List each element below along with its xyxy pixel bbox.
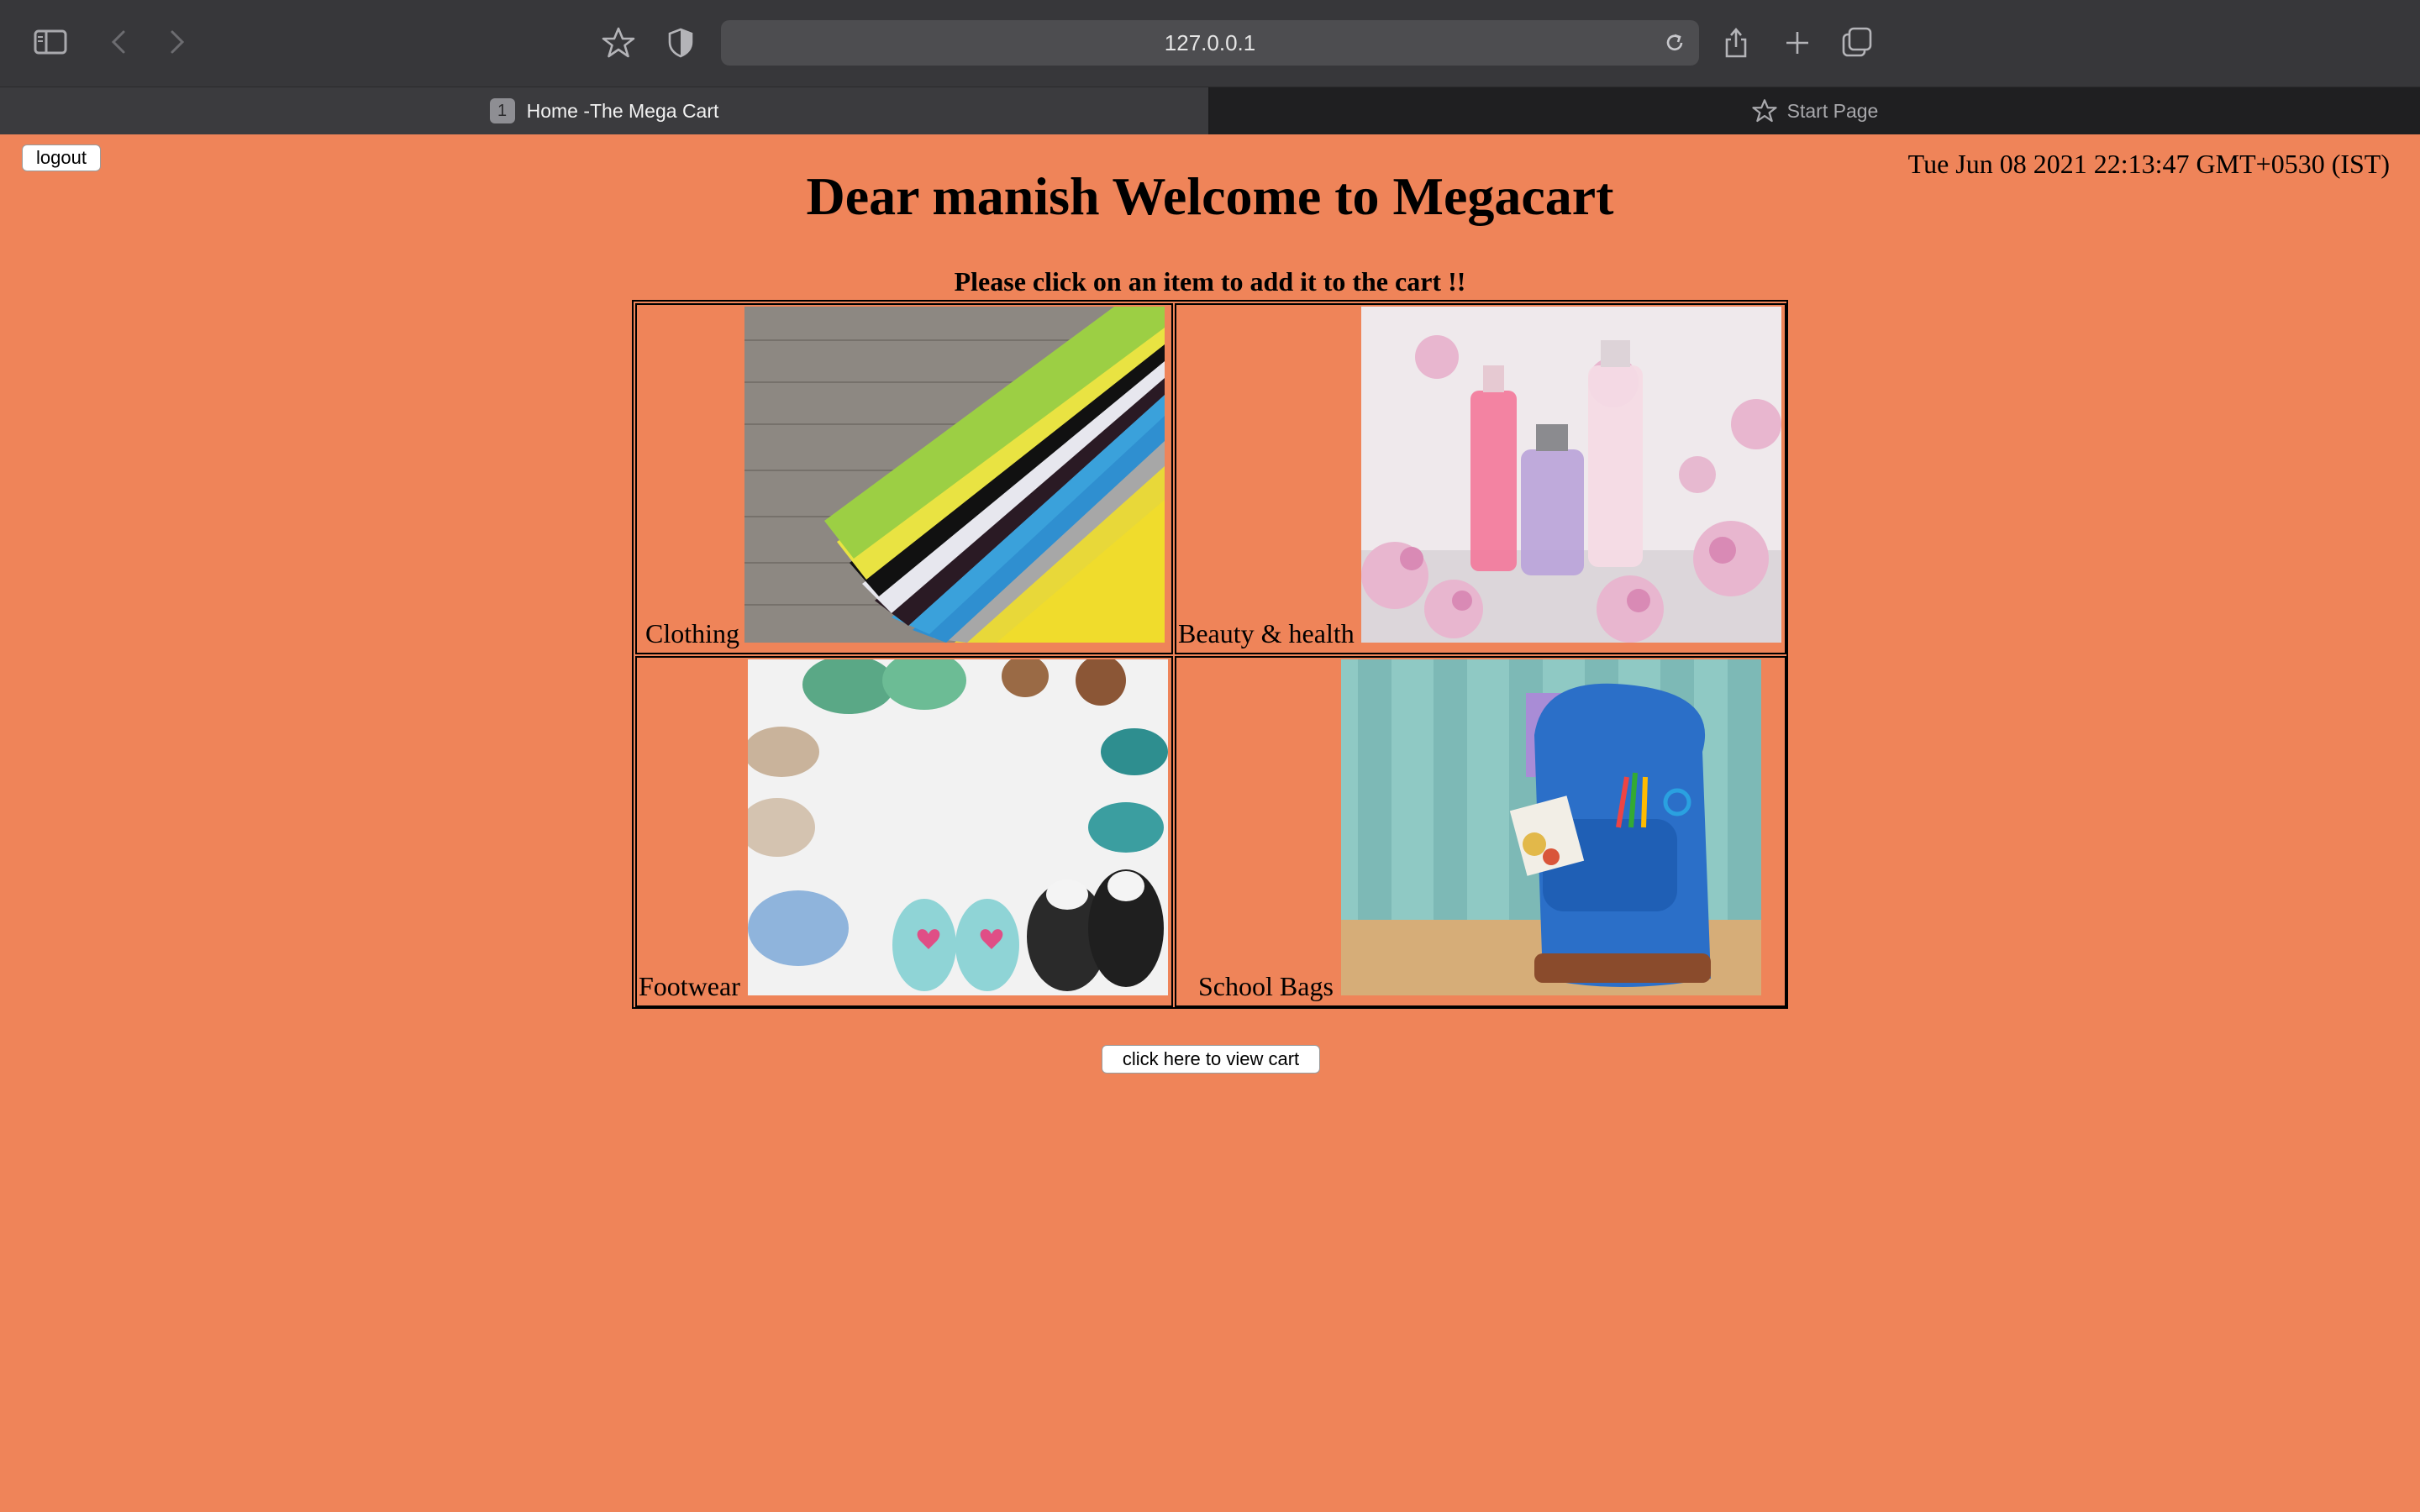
page-content: logout Tue Jun 08 2021 22:13:47 GMT+0530… (0, 135, 2420, 1512)
category-school-bags[interactable]: School Bags (1175, 656, 1786, 1007)
tab-home-mega-cart[interactable]: 1 Home -The Mega Cart (0, 87, 1210, 134)
plus-icon[interactable] (1781, 27, 1813, 59)
category-clothing[interactable]: Clothing (635, 303, 1173, 654)
address-bar[interactable]: 127.0.0.1 (721, 20, 1699, 66)
category-footwear[interactable]: Footwear (635, 656, 1173, 1007)
back-icon[interactable] (106, 27, 131, 57)
page-title: Dear manish Welcome to Megacart (806, 166, 1614, 226)
view-cart-button[interactable]: click here to view cart (1102, 1045, 1320, 1074)
instruction-text: Please click on an item to add it to the… (954, 266, 1466, 297)
tab-start-page[interactable]: Start Page (1210, 87, 2420, 134)
category-label: Beauty & health (1178, 618, 1355, 648)
footwear-image[interactable] (748, 659, 1168, 995)
share-icon[interactable] (1721, 24, 1751, 60)
category-label: Footwear (639, 971, 740, 1001)
shield-icon[interactable] (666, 27, 696, 59)
category-table: Clothing Beauty & health Footwear School… (632, 300, 1788, 1009)
sidebar-icon[interactable] (32, 27, 69, 57)
star-icon (1752, 98, 1777, 123)
forward-icon[interactable] (165, 27, 190, 57)
star-icon[interactable] (600, 25, 637, 60)
clothing-image[interactable] (744, 307, 1165, 643)
beauty-image[interactable] (1361, 307, 1781, 643)
reload-icon[interactable] (1662, 30, 1687, 55)
browser-toolbar: 127.0.0.1 (0, 0, 2420, 87)
url-text: 127.0.0.1 (1164, 30, 1256, 55)
category-label: School Bags (1198, 971, 1334, 1001)
tab-label: Home -The Mega Cart (526, 99, 719, 122)
school-bag-image[interactable] (1341, 659, 1761, 995)
tabs-overview-icon[interactable] (1840, 25, 1874, 59)
tab-number-badge: 1 (489, 98, 515, 123)
tab-bar: 1 Home -The Mega Cart Start Page (0, 87, 2420, 134)
category-beauty-health[interactable]: Beauty & health (1175, 303, 1786, 654)
tab-label: Start Page (1786, 99, 1879, 122)
category-label: Clothing (645, 618, 740, 648)
